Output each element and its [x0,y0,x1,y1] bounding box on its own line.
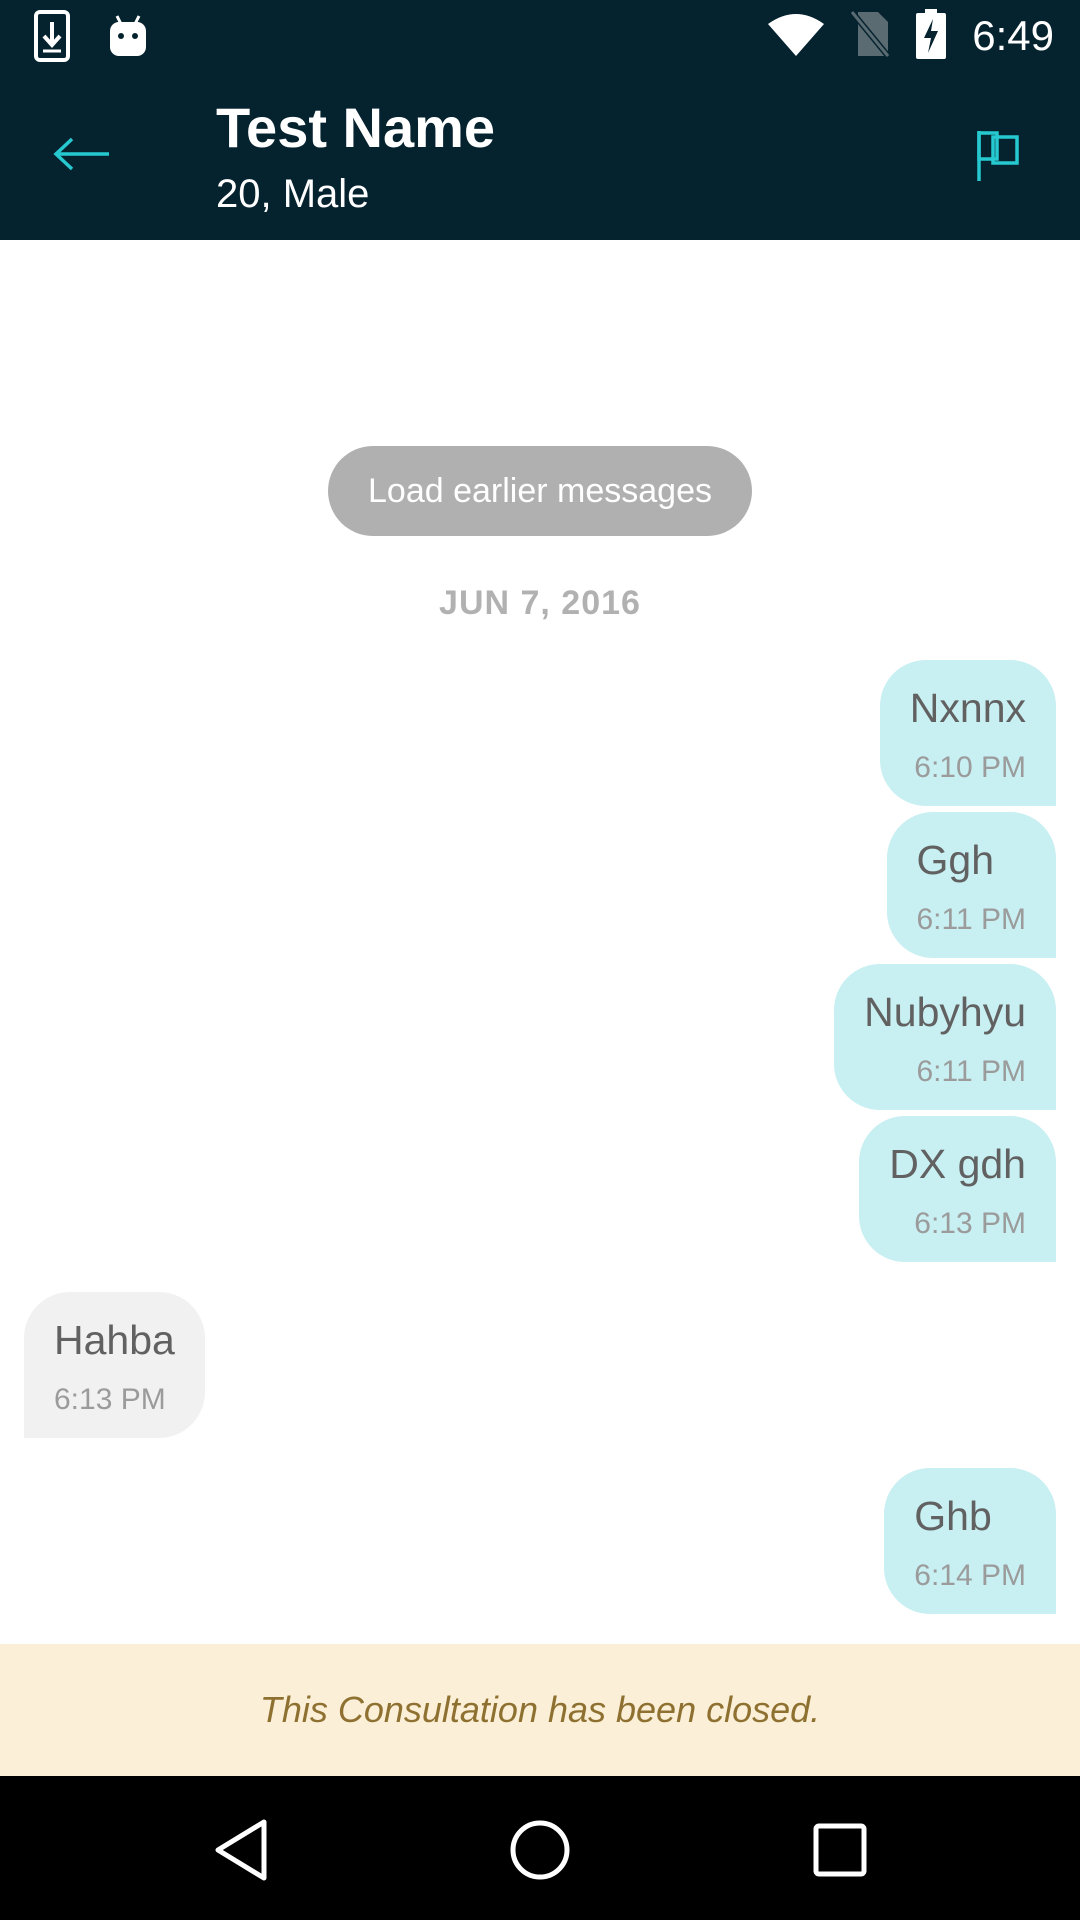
message-bubble-outgoing[interactable]: DX gdh 6:13 PM [859,1116,1056,1262]
recents-square-icon [812,1822,868,1883]
app-bar: Test Name 20, Male [0,72,1080,240]
back-triangle-icon [212,1818,272,1887]
page-title: Test Name [216,96,496,159]
message-time: 6:14 PM [914,1559,1026,1592]
message-text: Ghb [914,1493,992,1539]
load-earlier-button[interactable]: Load earlier messages [328,446,752,536]
message-bubble-outgoing[interactable]: Nxnnx 6:10 PM [879,660,1056,806]
wifi-icon [768,12,825,61]
message-bubble-outgoing[interactable]: Nubyhyu 6:11 PM [834,964,1056,1110]
home-circle-icon [508,1818,572,1887]
message-time: 6:13 PM [54,1383,166,1416]
consultation-closed-banner: This Consultation has been closed. [0,1644,1080,1776]
message-bubble-outgoing[interactable]: Ggh 6:11 PM [886,812,1056,958]
status-time: 6:49 [972,12,1054,59]
status-bar: 6:49 [0,0,1080,72]
header-title-group: Test Name 20, Male [216,94,495,222]
message-time: 6:11 PM [916,903,1027,936]
nav-recents-button[interactable] [792,1804,888,1900]
message-text: Hahba [54,1317,175,1363]
back-button[interactable] [40,116,124,196]
flag-icon [975,129,1021,188]
message-text: Nxnnx [909,685,1026,731]
chat-area[interactable]: Load earlier messages JUN 7, 2016 Nxnnx … [0,240,1080,1644]
download-icon [32,10,72,67]
no-sim-icon [849,9,891,63]
flag-button[interactable] [960,120,1036,196]
message-time: 6:11 PM [916,1055,1027,1088]
message-bubble-incoming[interactable]: Hahba 6:13 PM [24,1292,205,1438]
date-separator: JUN 7, 2016 [439,584,641,622]
nav-back-button[interactable] [194,1804,290,1900]
message-bubble-outgoing[interactable]: Ghb 6:14 PM [884,1468,1056,1614]
message-text: DX gdh [889,1141,1026,1187]
message-text: Ggh [916,837,995,883]
status-bar-notifications [32,10,148,67]
system-nav-bar [0,1776,1080,1920]
arrow-back-icon [53,136,111,177]
message-time: 6:13 PM [914,1207,1026,1240]
android-icon [108,14,148,63]
message-time: 6:10 PM [914,751,1026,784]
message-text: Nubyhyu [864,989,1026,1035]
page-subtitle: 20, Male [216,172,370,216]
nav-home-button[interactable] [492,1804,588,1900]
battery-charging-icon [916,8,947,64]
status-bar-system: 6:49 [768,8,1054,64]
